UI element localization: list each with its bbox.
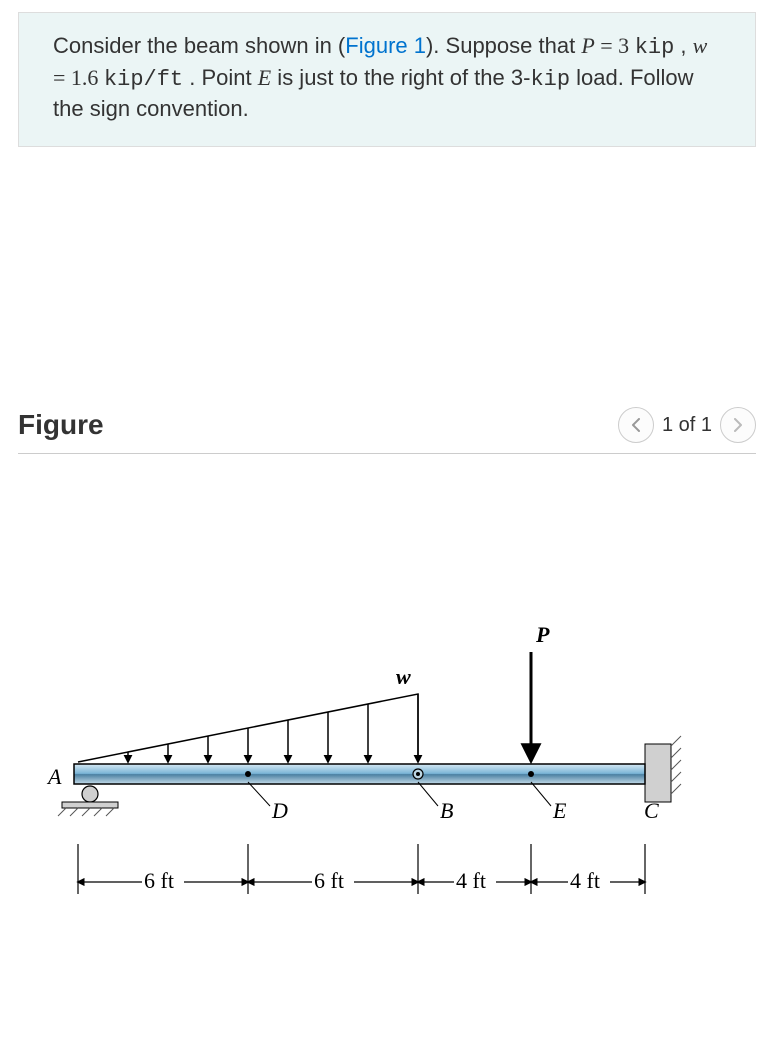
dim-3: 4 ft xyxy=(456,868,486,893)
var-E: E xyxy=(258,65,271,90)
problem-text-post2: . Point xyxy=(183,65,258,90)
dim-1: 6 ft xyxy=(144,868,174,893)
dim-2: 6 ft xyxy=(314,868,344,893)
label-D: D xyxy=(271,798,288,823)
chevron-right-icon xyxy=(732,418,744,432)
pager-text: 1 of 1 xyxy=(662,414,712,437)
label-w: w xyxy=(396,664,411,689)
chevron-left-icon xyxy=(630,418,642,432)
var-P: P xyxy=(581,33,594,58)
eq1: = 3 xyxy=(595,33,635,58)
next-figure-button[interactable] xyxy=(720,407,756,443)
label-P: P xyxy=(535,622,550,647)
beam-diagram: w P A D B E C 6 ft 6 ft 4 ft 4 ft xyxy=(18,484,756,964)
var-w: w xyxy=(693,33,708,58)
figure-pager: 1 of 1 xyxy=(618,407,756,443)
unit-kip-1: kip xyxy=(635,35,675,60)
unit-kipft: kip/ft xyxy=(104,67,183,92)
unit-kip-2: kip xyxy=(530,67,570,92)
label-E: E xyxy=(552,798,567,823)
figure-header: Figure 1 of 1 xyxy=(18,407,756,454)
prev-figure-button[interactable] xyxy=(618,407,654,443)
dim-4: 4 ft xyxy=(570,868,600,893)
figure-reference-link[interactable]: Figure 1 xyxy=(345,33,426,58)
figure-heading: Figure xyxy=(18,409,104,441)
label-B: B xyxy=(440,798,453,823)
problem-text-post3: is just to the right of the 3- xyxy=(271,65,530,90)
problem-text-post1: ). Suppose that xyxy=(426,33,581,58)
support-roller-icon xyxy=(58,786,118,816)
eq2: = 1.6 xyxy=(53,65,104,90)
label-C: C xyxy=(644,798,659,823)
problem-text-pre: Consider the beam shown in ( xyxy=(53,33,345,58)
problem-statement: Consider the beam shown in (Figure 1). S… xyxy=(18,12,756,147)
label-A: A xyxy=(46,764,62,789)
sep: , xyxy=(674,33,692,58)
